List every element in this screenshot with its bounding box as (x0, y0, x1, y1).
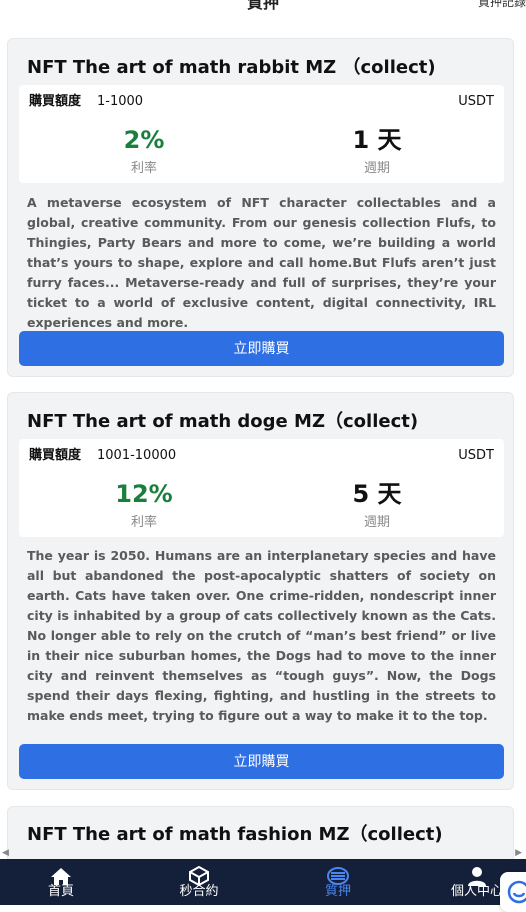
buy-now-button[interactable]: 立即購買 (19, 331, 504, 366)
scroll-left-icon[interactable]: ◀ (2, 847, 9, 859)
product-title: NFT The art of math doge MZ（collect) (27, 411, 419, 432)
cube-icon (187, 865, 211, 887)
staking-records-link[interactable]: 質押記錄 (478, 0, 526, 10)
nav-label: 質押 (324, 884, 351, 899)
product-info-box: 購買額度 1001-10000 USDT 12% 利率 5 天 週期 (19, 439, 504, 537)
amount-range: 1001-10000 (97, 448, 177, 463)
amount-label: 購買額度 (29, 448, 82, 463)
nav-item-home[interactable]: 首頁 (16, 859, 106, 905)
amount-label: 購買額度 (29, 94, 82, 109)
rate-label: 利率 (130, 515, 157, 530)
product-card: NFT The art of math doge MZ（collect) 購買額… (7, 392, 514, 790)
scroll-right-icon[interactable]: ▶ (515, 847, 522, 859)
home-icon (49, 866, 73, 886)
amount-range: 1-1000 (97, 94, 144, 109)
period-value: 5 天 (352, 480, 402, 508)
currency: USDT (458, 448, 494, 463)
customer-service-button[interactable] (500, 872, 526, 912)
nav-item-staking[interactable]: 質押 (293, 859, 383, 905)
product-card: NFT The art of math rabbit MZ （collect) … (7, 38, 514, 377)
currency: USDT (458, 94, 494, 109)
rate-value: 2% (123, 126, 165, 154)
period-label: 週期 (363, 515, 390, 530)
page-header: 質押 質押記錄 (0, 0, 526, 14)
period-label: 週期 (363, 161, 390, 176)
product-description: A metaverse ecosystem of NFT character c… (27, 195, 496, 330)
nav-label: 秒合約 (179, 884, 219, 899)
product-title: NFT The art of math fashion MZ（collect) (27, 824, 443, 845)
buy-now-button[interactable]: 立即購買 (19, 744, 504, 779)
rate-label: 利率 (130, 161, 157, 176)
nav-label: 首頁 (47, 884, 74, 899)
database-icon (326, 866, 350, 886)
support-icon (507, 880, 526, 904)
bottom-nav: 首頁 秒合約 質押 個人中心 (0, 859, 526, 905)
product-info-box: 購買額度 1-1000 USDT 2% 利率 1 天 週期 (19, 85, 504, 183)
product-title: NFT The art of math rabbit MZ （collect) (27, 57, 436, 78)
horizontal-scrollbar[interactable]: ◀ ▶ (0, 847, 526, 859)
period-value: 1 天 (352, 126, 402, 154)
user-icon (465, 866, 489, 886)
nav-item-contract[interactable]: 秒合約 (154, 859, 244, 905)
page-title: 質押 (246, 0, 279, 12)
rate-value: 12% (115, 480, 173, 508)
product-description: The year is 2050. Humans are an interpla… (27, 548, 496, 723)
